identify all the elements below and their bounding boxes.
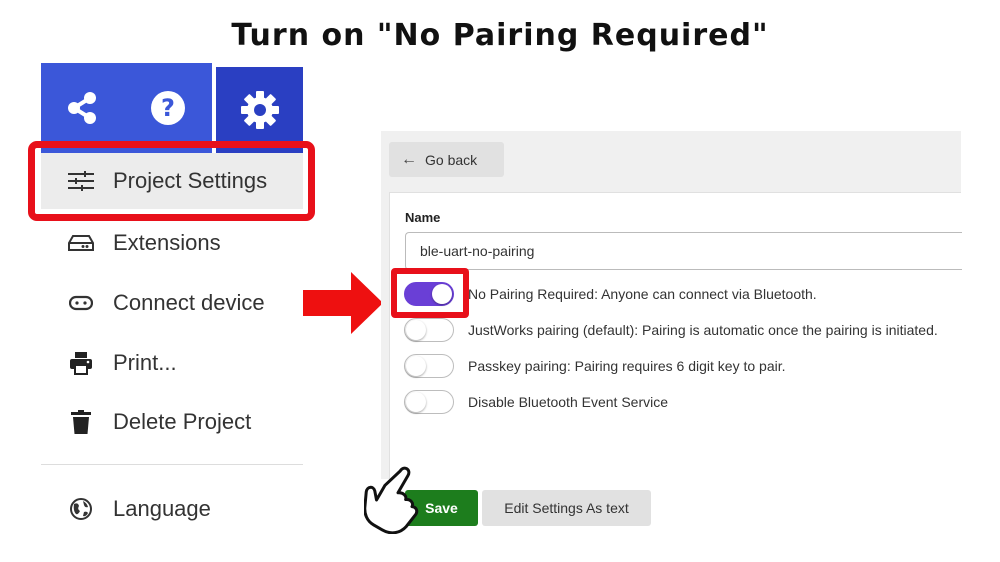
toggle-knob	[406, 320, 426, 340]
instruction-title: Turn on "No Pairing Required"	[231, 18, 769, 53]
arrow-right-icon	[303, 272, 383, 334]
help-icon: ?	[150, 91, 185, 125]
trash-icon	[68, 409, 94, 435]
name-label: Name	[405, 210, 441, 225]
option-label: No Pairing Required: Anyone can connect …	[468, 286, 817, 302]
project-settings-highlight	[28, 141, 315, 221]
help-button[interactable]: ?	[123, 63, 212, 153]
option-justworks: JustWorks pairing (default): Pairing is …	[404, 317, 938, 343]
share-icon	[68, 92, 96, 124]
printer-icon	[68, 350, 94, 376]
toggle-knob	[406, 392, 426, 412]
menu-divider	[41, 464, 303, 465]
menu-item-extensions[interactable]: Extensions	[41, 215, 303, 271]
menu-item-label: Print...	[113, 350, 177, 375]
option-label: Disable Bluetooth Event Service	[468, 394, 668, 410]
go-back-button[interactable]: ← Go back	[389, 142, 504, 177]
menu-item-connect-device[interactable]: Connect device	[41, 275, 303, 331]
toggle-highlight	[391, 268, 469, 318]
disable-event-service-toggle[interactable]	[404, 390, 454, 414]
toggle-knob	[406, 356, 426, 376]
globe-icon	[68, 496, 94, 522]
share-button[interactable]	[41, 63, 123, 153]
menu-item-label: Extensions	[113, 230, 221, 255]
option-disable-event-service: Disable Bluetooth Event Service	[404, 389, 668, 415]
editor-toolbar: ?	[41, 63, 303, 153]
menu-item-delete-project[interactable]: Delete Project	[41, 394, 303, 450]
edit-settings-as-text-button[interactable]: Edit Settings As text	[482, 490, 651, 526]
option-label: Passkey pairing: Pairing requires 6 digi…	[468, 358, 786, 374]
svg-text:?: ?	[161, 94, 175, 122]
menu-item-label: Language	[113, 496, 211, 521]
option-label: JustWorks pairing (default): Pairing is …	[468, 322, 938, 338]
menu-item-language[interactable]: Language	[41, 481, 303, 537]
pointer-hand-icon	[364, 466, 419, 534]
menu-item-label: Connect device	[113, 290, 265, 315]
gear-icon	[240, 91, 279, 129]
project-name-input[interactable]	[405, 232, 962, 270]
justworks-toggle[interactable]	[404, 318, 454, 342]
passkey-toggle[interactable]	[404, 354, 454, 378]
menu-item-label: Delete Project	[113, 409, 252, 434]
menu-item-print[interactable]: Print...	[41, 335, 303, 391]
option-passkey: Passkey pairing: Pairing requires 6 digi…	[404, 353, 786, 379]
drive-icon	[68, 230, 94, 256]
go-back-label: Go back	[425, 151, 478, 168]
usb-icon	[68, 290, 94, 316]
arrow-left-icon: ←	[401, 150, 417, 168]
